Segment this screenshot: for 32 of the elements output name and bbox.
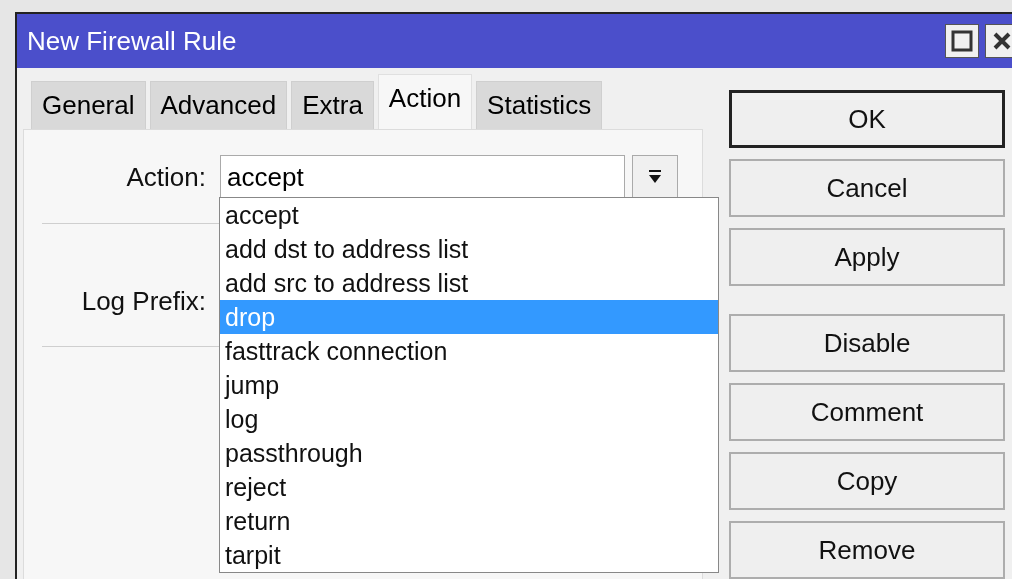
rule-button[interactable]: Remove xyxy=(729,521,1005,579)
dropdown-option[interactable]: fasttrack connection xyxy=(220,334,718,368)
tab[interactable]: Advanced xyxy=(149,81,288,129)
dropdown-option[interactable]: log xyxy=(220,402,718,436)
dropdown-option[interactable]: add dst to address list xyxy=(220,232,718,266)
field-label: Action: xyxy=(125,161,207,193)
tab[interactable]: Action xyxy=(377,74,473,129)
close-icon xyxy=(992,31,1012,51)
dialog-button[interactable]: Cancel xyxy=(729,159,1005,217)
select-field[interactable]: accept xyxy=(220,155,625,199)
field-label: Log Prefix: xyxy=(80,285,207,317)
dropdown-option[interactable]: tarpit xyxy=(220,538,718,572)
square-icon xyxy=(951,30,973,52)
rule-button[interactable]: Copy xyxy=(729,452,1005,510)
dropdown-option[interactable]: add src to address list xyxy=(220,266,718,300)
dropdown-option[interactable]: passthrough xyxy=(220,436,718,470)
dropdown-option[interactable]: accept xyxy=(220,198,718,232)
dropdown-option[interactable]: jump xyxy=(220,368,718,402)
dropdown-button[interactable] xyxy=(632,155,678,199)
tab[interactable]: Extra xyxy=(291,81,374,129)
dropdown-option[interactable]: return xyxy=(220,504,718,538)
window-title: New Firewall Rule xyxy=(27,25,237,57)
dropdown-arrow-icon xyxy=(647,169,663,185)
dropdown-option[interactable]: reject xyxy=(220,470,718,504)
dialog-button[interactable]: OK xyxy=(729,90,1005,148)
maximize-button[interactable] xyxy=(945,24,979,58)
dialog-button[interactable]: Apply xyxy=(729,228,1005,286)
rule-button[interactable]: Comment xyxy=(729,383,1005,441)
tab[interactable]: Statistics xyxy=(476,81,603,129)
rule-button[interactable]: Disable xyxy=(729,314,1005,372)
tab[interactable]: General xyxy=(31,81,146,129)
close-button[interactable] xyxy=(985,24,1012,58)
